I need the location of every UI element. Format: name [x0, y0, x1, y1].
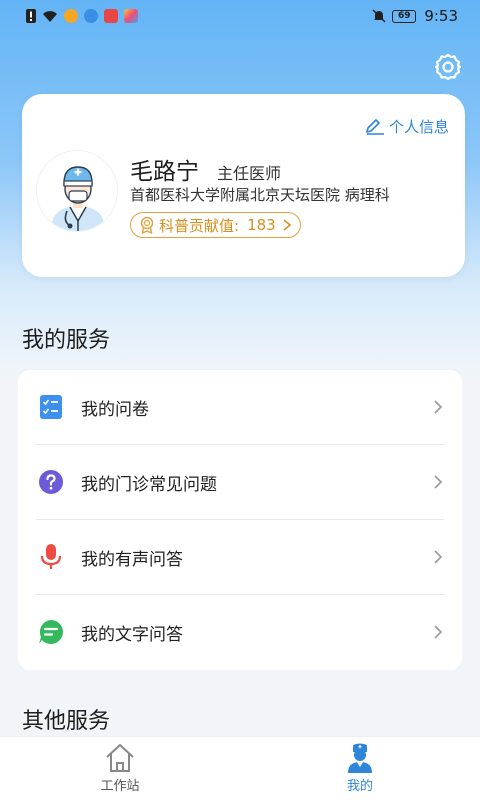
chevron-right-icon	[434, 400, 443, 414]
bottom-tab-bar: 工作站 我的	[0, 736, 480, 800]
profile-card: 个人信息 毛路宁 主任医师 首都医科大学附属北京天坛医院 病理科 科普贡献值: …	[22, 94, 465, 277]
doctor-icon	[348, 743, 372, 773]
contribution-value: 183	[247, 216, 276, 234]
service-item-questionnaire[interactable]: 我的问卷	[36, 370, 444, 444]
hospital-department: 首都医科大学附属北京天坛医院 病理科	[130, 186, 390, 204]
personal-info-link[interactable]: 个人信息	[365, 116, 449, 137]
service-item-label: 我的有声问答	[81, 549, 183, 570]
questionnaire-icon	[38, 394, 64, 420]
tab-mine[interactable]: 我的	[240, 737, 480, 800]
contribution-label: 科普贡献值:	[159, 216, 240, 235]
app-icon	[104, 9, 118, 23]
doctor-avatar-icon	[51, 166, 105, 231]
gear-icon	[434, 53, 462, 81]
status-bar-left-icons	[26, 9, 138, 23]
tab-workstation[interactable]: 工作站	[0, 737, 240, 800]
doctor-title: 主任医师	[217, 164, 282, 183]
status-bar: 69 9:53	[0, 0, 480, 32]
app-icon-2	[124, 9, 138, 23]
service-item-voice-qa[interactable]: 我的有声问答	[36, 520, 444, 594]
home-icon	[106, 744, 134, 772]
edit-icon	[366, 118, 384, 135]
my-services-list: 我的问卷 我的门诊常见问题 我的有声问答 我的文字问答	[18, 370, 462, 670]
chat-icon	[38, 619, 64, 645]
question-icon	[38, 469, 64, 495]
tab-label: 我的	[346, 779, 373, 794]
browser-icon	[84, 9, 98, 23]
service-item-text-qa[interactable]: 我的文字问答	[36, 595, 444, 669]
my-services-title: 我的服务	[22, 328, 111, 353]
settings-button[interactable]	[433, 52, 463, 82]
service-item-label: 我的门诊常见问题	[81, 474, 217, 495]
chevron-right-icon	[434, 550, 443, 564]
mute-icon	[372, 9, 386, 23]
alert-icon	[26, 9, 36, 23]
service-item-faq[interactable]: 我的门诊常见问题	[36, 445, 444, 519]
tab-label: 工作站	[100, 779, 140, 794]
weibo-icon	[64, 9, 78, 23]
service-item-label: 我的文字问答	[81, 624, 183, 645]
microphone-icon	[38, 544, 64, 570]
status-bar-right: 69 9:53	[372, 7, 458, 25]
avatar[interactable]	[36, 150, 118, 232]
service-item-label: 我的问卷	[81, 399, 149, 420]
contribution-badge[interactable]: 科普贡献值: 183	[130, 212, 301, 238]
doctor-name: 毛路宁	[130, 159, 199, 185]
status-time: 9:53	[424, 7, 458, 25]
chevron-right-icon	[434, 475, 443, 489]
other-services-title: 其他服务	[22, 709, 111, 734]
chevron-right-icon	[283, 219, 291, 231]
personal-info-label: 个人信息	[388, 118, 449, 136]
wifi-icon	[42, 10, 58, 23]
chevron-right-icon	[434, 625, 443, 639]
battery-indicator: 69	[392, 9, 417, 23]
medal-icon	[140, 216, 154, 234]
